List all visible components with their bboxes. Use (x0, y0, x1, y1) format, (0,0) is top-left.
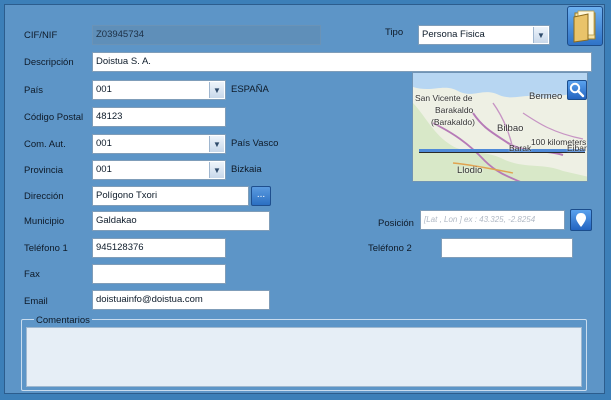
comaut-label: Com. Aut. (24, 139, 66, 150)
posicion-label: Posición (378, 218, 414, 229)
map-label-barak: Barak (509, 143, 532, 153)
direccion-field[interactable]: Polígono Txori (92, 186, 249, 206)
provincia-select-value: 001 (96, 164, 112, 175)
telefono2-field[interactable] (441, 238, 573, 258)
cp-label: Código Postal (24, 112, 84, 123)
folder-button[interactable] (567, 6, 603, 46)
map-label-bermeo: Bermeo (529, 91, 563, 102)
comaut-select[interactable]: 001 ▼ (92, 134, 226, 154)
location-map[interactable]: San Vicente de Barakaldo (Barakaldo) Bil… (412, 72, 588, 182)
posicion-field[interactable]: [Lat , Lon ] ex : 43.325, -2.8254 (420, 210, 565, 230)
comentarios-label: Comentarios (34, 315, 92, 326)
municipio-field[interactable]: Galdakao (92, 211, 270, 231)
cif-field: Z03945734 (92, 25, 321, 45)
comaut-select-value: 001 (96, 138, 112, 149)
map-label-barakaldo: Barakaldo (435, 105, 474, 115)
fax-field[interactable] (92, 264, 226, 284)
chevron-down-icon[interactable]: ▼ (209, 162, 224, 178)
telefono1-label: Teléfono 1 (24, 243, 68, 254)
comaut-name: País Vasco (231, 138, 279, 149)
tipo-select[interactable]: Persona Fisica ▼ (418, 25, 550, 45)
cif-label: CIF/NIF (24, 30, 58, 41)
provincia-name: Bizkaia (231, 164, 262, 175)
map-search-button[interactable] (567, 80, 587, 100)
municipio-label: Municipio (24, 216, 65, 227)
telefono2-label: Teléfono 2 (368, 243, 412, 254)
tipo-label: Tipo (385, 27, 404, 38)
map-label-bilbao: Bilbao (497, 123, 524, 134)
tipo-select-value: Persona Fisica (422, 29, 485, 40)
comentarios-textarea[interactable] (26, 327, 582, 387)
direccion-label: Dirección (24, 191, 64, 202)
map-label-llodio: Llodio (457, 165, 483, 176)
chevron-down-icon[interactable]: ▼ (209, 136, 224, 152)
telefono1-field[interactable]: 945128376 (92, 238, 226, 258)
map-label-barakaldo-paren: (Barakaldo) (431, 117, 475, 127)
pais-select[interactable]: 001 ▼ (92, 80, 226, 100)
locate-button[interactable] (570, 209, 592, 231)
cp-field[interactable]: 48123 (92, 107, 226, 127)
pais-label: País (24, 85, 44, 96)
pais-name: ESPAÑA (231, 84, 269, 95)
provincia-label: Provincia (24, 165, 64, 176)
email-field[interactable]: doistuainfo@doistua.com (92, 290, 270, 310)
provincia-select[interactable]: 001 ▼ (92, 160, 226, 180)
direccion-browse-button[interactable]: ... (251, 186, 271, 206)
descripcion-label: Descripción (24, 57, 74, 68)
map-label-san-vicente: San Vicente de (415, 93, 473, 103)
descripcion-field[interactable]: Doistua S. A. (92, 52, 592, 72)
map-label-eibar: Eibar (567, 143, 587, 153)
email-label: Email (24, 296, 48, 307)
search-icon (569, 82, 585, 98)
fax-label: Fax (24, 269, 40, 280)
folder-icon (573, 10, 596, 43)
chevron-down-icon[interactable]: ▼ (209, 82, 224, 98)
pais-select-value: 001 (96, 84, 112, 95)
chevron-down-icon[interactable]: ▼ (533, 27, 548, 43)
map-pin-icon (576, 213, 586, 227)
